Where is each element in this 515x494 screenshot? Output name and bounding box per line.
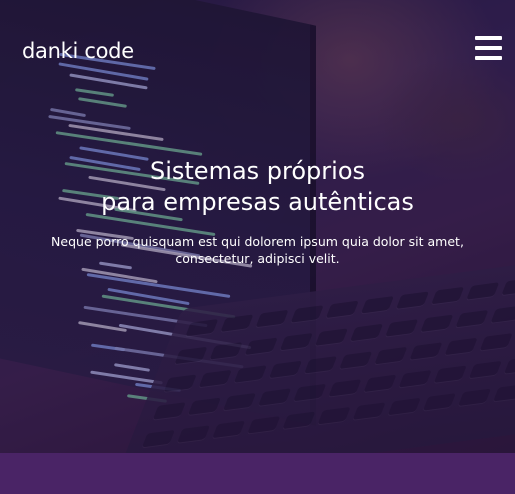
hero-overlay — [0, 0, 515, 453]
hero-subtitle: Neque porro quisquam est qui dolorem ips… — [51, 234, 464, 266]
site-logo[interactable]: danki code — [22, 39, 134, 63]
hero-section: danki code Sistemas próprios para empres… — [0, 0, 515, 453]
hero-title: Sistemas próprios para empresas autêntic… — [0, 156, 515, 218]
hero-title-line2: para empresas autênticas — [101, 188, 414, 216]
next-section-band — [0, 453, 515, 494]
hero-title-line1: Sistemas próprios — [149, 157, 365, 185]
hamburger-menu-icon[interactable] — [475, 36, 502, 60]
